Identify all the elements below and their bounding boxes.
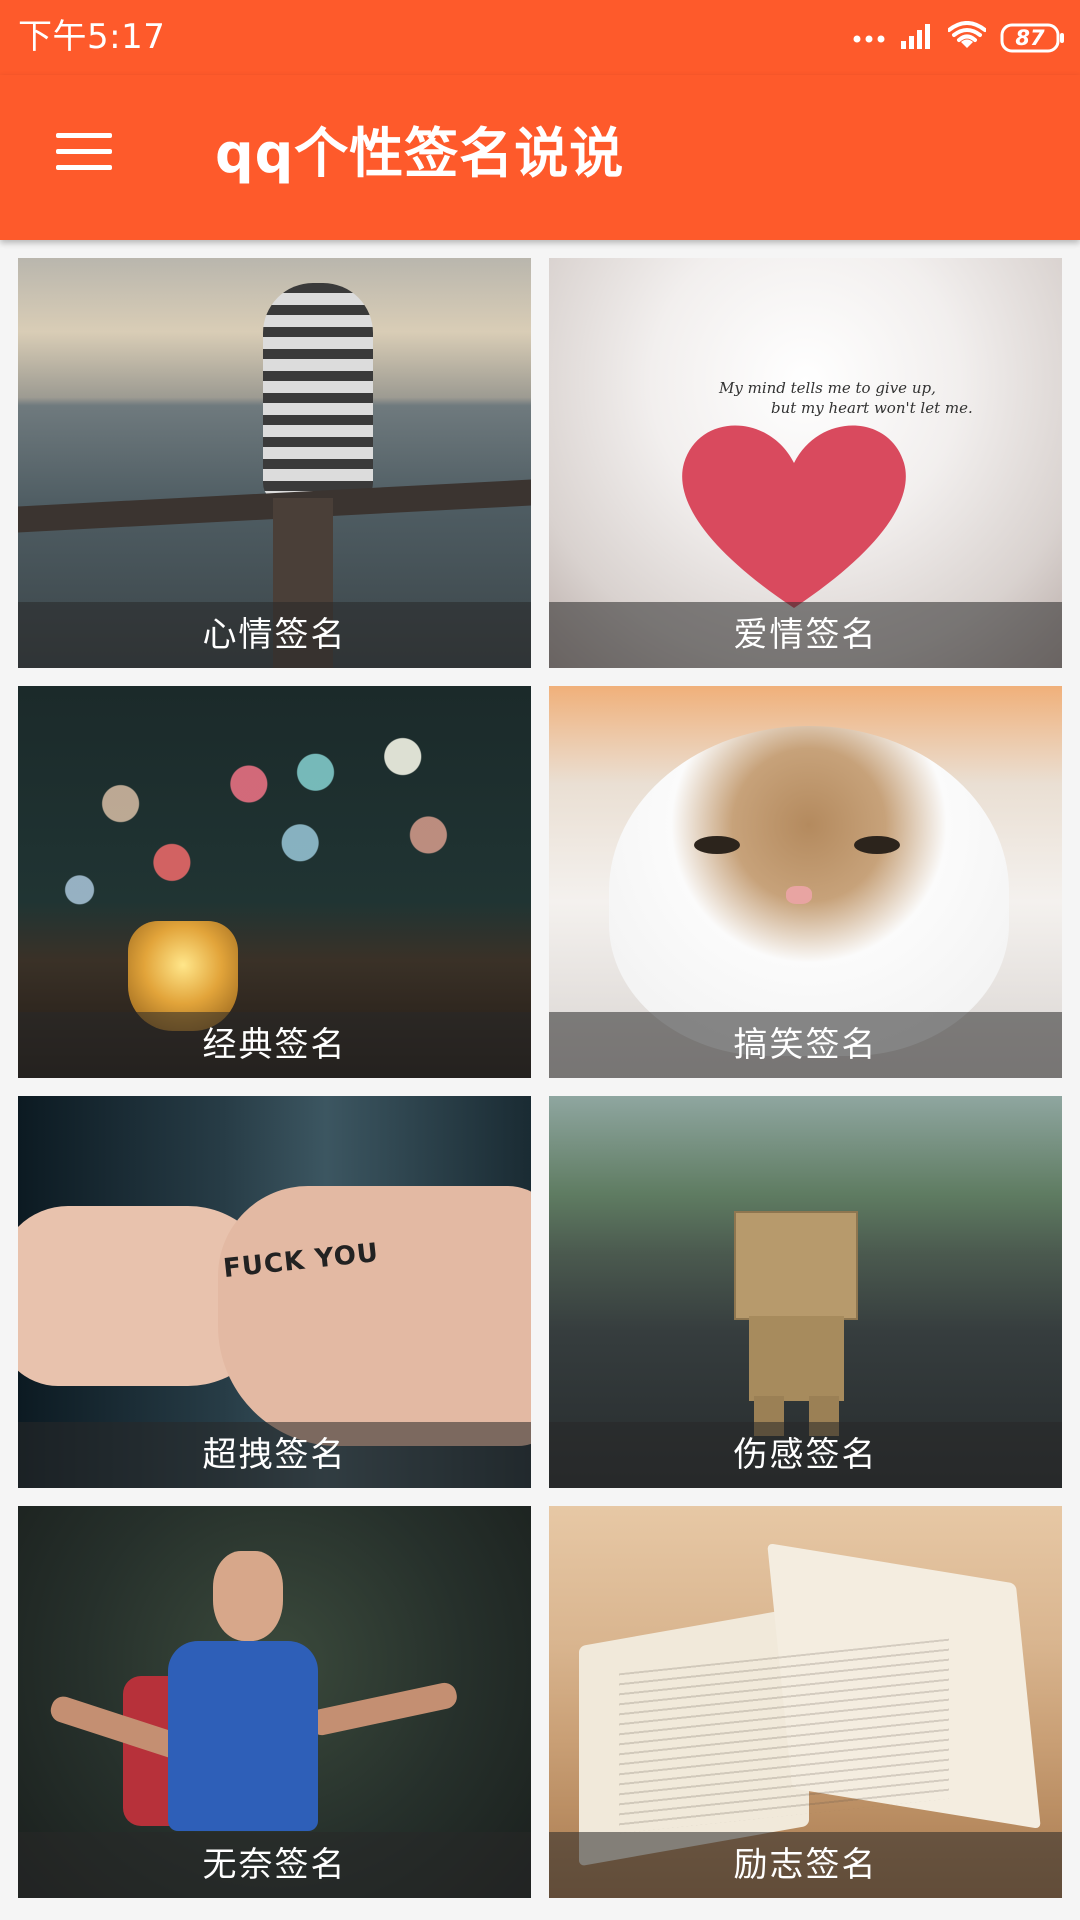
category-label: 励志签名 <box>549 1832 1062 1898</box>
category-label: 经典签名 <box>18 1012 531 1078</box>
category-card-mood[interactable]: 心情签名 <box>18 258 531 668</box>
heart-icon <box>682 425 906 608</box>
category-card-classic[interactable]: 经典签名 <box>18 686 531 1078</box>
more-dots-icon <box>852 29 886 48</box>
category-label: 超拽签名 <box>18 1422 531 1488</box>
app-bar: qq个性签名说说 <box>0 75 1080 240</box>
category-label: 无奈签名 <box>18 1832 531 1898</box>
category-label: 搞笑签名 <box>549 1012 1062 1078</box>
signal-icon <box>900 21 934 55</box>
category-label: 心情签名 <box>18 602 531 668</box>
wifi-icon <box>947 21 987 55</box>
status-time: 下午5:17 <box>18 17 166 57</box>
battery-icon: 87 <box>1000 22 1066 54</box>
category-label: 爱情签名 <box>549 602 1062 668</box>
category-card-helpless[interactable]: 无奈签名 <box>18 1506 531 1898</box>
hamburger-menu-icon[interactable] <box>40 111 128 191</box>
category-card-sad[interactable]: 伤感签名 <box>549 1096 1062 1488</box>
page-title: qq个性签名说说 <box>215 122 625 185</box>
category-card-inspire[interactable]: 励志签名 <box>549 1506 1062 1898</box>
battery-level: 87 <box>1015 26 1045 50</box>
category-label: 伤感签名 <box>549 1422 1062 1488</box>
category-grid: 心情签名 My mind tells me to give up, but my… <box>18 258 1062 1898</box>
status-bar: 下午5:17 87 <box>0 0 1080 75</box>
category-card-funny[interactable]: 搞笑签名 <box>549 686 1062 1078</box>
status-icons: 87 <box>852 18 1066 58</box>
category-card-cool[interactable]: FUCK YOU 超拽签名 <box>18 1096 531 1488</box>
category-card-love[interactable]: My mind tells me to give up, but my hear… <box>549 258 1062 668</box>
